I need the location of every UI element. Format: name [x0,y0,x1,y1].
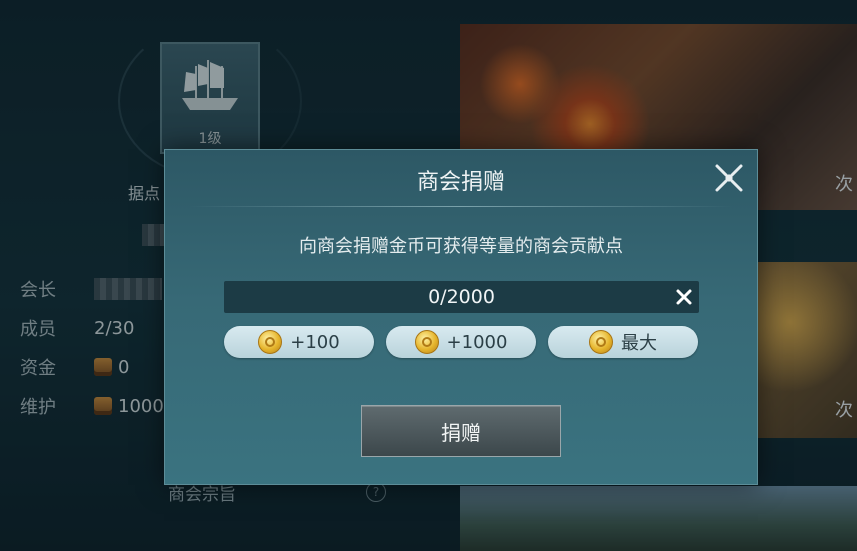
quick-button-label: +100 [290,331,340,353]
donation-amount-field[interactable]: 0/2000 [224,281,699,313]
gold-coin-icon [589,330,613,354]
quick-button-label: 最大 [621,333,657,354]
add-1000-button[interactable]: +1000 [386,326,536,358]
guild-donation-dialog: 商会捐赠 向商会捐赠金币可获得等量的商会贡献点 0/2000 +100 +100… [164,149,758,485]
max-amount-button[interactable]: 最大 [548,326,698,358]
gold-coin-icon [414,330,439,354]
amount-value: 0/2000 [428,286,495,308]
quick-button-label: +1000 [446,331,508,353]
close-icon[interactable] [713,162,745,194]
clear-icon[interactable] [675,288,693,306]
add-100-button[interactable]: +100 [224,326,374,358]
donate-button-label: 捐赠 [441,420,481,445]
gold-coin-icon [258,330,283,354]
donate-button[interactable]: 捐赠 [361,405,561,457]
dialog-title: 商会捐赠 [416,170,505,195]
title-divider [189,206,733,207]
dialog-description: 向商会捐赠金币可获得等量的商会贡献点 [299,236,623,257]
